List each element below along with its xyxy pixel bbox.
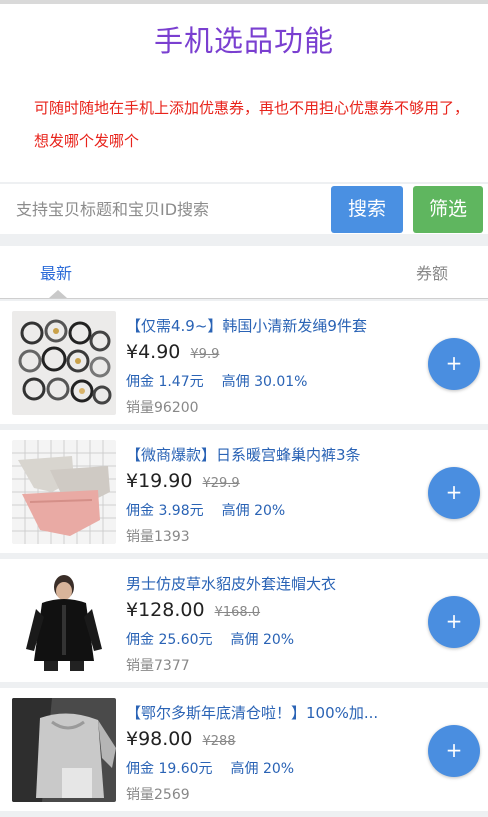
product-card[interactable]: 【微商爆款】日系暖宫蜂巢内裤3条 ¥19.90 ¥29.9 佣金 3.98元 高佣 … <box>0 430 488 553</box>
product-price: ¥4.90 <box>126 341 181 363</box>
product-card[interactable]: 【仅需4.9~】韩国小清新发绳9件套 ¥4.90 ¥9.9 佣金 1.47元 高佣 … <box>0 301 488 424</box>
commission-row: 佣金 25.60元 高佣 20% <box>126 629 294 649</box>
tab-coupon-amount[interactable]: 券额 <box>416 260 448 284</box>
banner-description: 可随时随地在手机上添加优惠券，再也不用担心优惠券不够用了，想发哪个发哪个 <box>34 99 470 150</box>
product-title[interactable]: 男士仿皮草水貂皮外套连帽大衣 <box>126 573 406 594</box>
high-commission: 高佣 20% <box>230 632 295 648</box>
original-price: ¥9.9 <box>190 347 220 362</box>
product-image[interactable] <box>12 698 116 802</box>
active-tab-indicator <box>49 290 67 298</box>
sales-count: 销量7377 <box>126 658 190 674</box>
fur-coat-image <box>12 569 116 673</box>
commission-row: 佣金 3.98元 高佣 20% <box>126 500 285 520</box>
commission-row: 佣金 19.60元 高佣 20% <box>126 758 294 778</box>
original-price: ¥168.0 <box>214 605 261 620</box>
sweater-image <box>12 698 116 802</box>
sales-count: 销量2569 <box>126 787 190 803</box>
commission: 佣金 1.47元 <box>126 374 204 390</box>
search-button[interactable]: 搜索 <box>331 186 403 233</box>
product-title[interactable]: 【鄂尔多斯年底清仓啦！】100%加... <box>126 702 406 723</box>
feature-banner: 手机选品功能 可随时随地在手机上添加优惠券，再也不用担心优惠券不够用了，想发哪个… <box>0 4 488 182</box>
product-image[interactable] <box>12 311 116 415</box>
price-row: ¥4.90 ¥9.9 <box>126 341 219 363</box>
hair-ties-image <box>12 311 116 415</box>
product-title[interactable]: 【微商爆款】日系暖宫蜂巢内裤3条 <box>126 444 406 465</box>
product-list: 【仅需4.9~】韩国小清新发绳9件套 ¥4.90 ¥9.9 佣金 1.47元 高佣 … <box>0 301 488 817</box>
product-price: ¥128.00 <box>126 599 205 621</box>
sales-count: 销量1393 <box>126 529 190 545</box>
add-coupon-button[interactable]: + <box>428 725 480 777</box>
sales-count: 销量96200 <box>126 400 199 416</box>
original-price: ¥29.9 <box>202 476 240 491</box>
add-coupon-button[interactable]: + <box>428 338 480 390</box>
underwear-image <box>12 440 116 544</box>
search-bar: 搜索 筛选 <box>0 184 488 234</box>
banner-title: 手机选品功能 <box>153 24 334 58</box>
high-commission: 高佣 30.01% <box>221 374 308 390</box>
product-image[interactable] <box>12 440 116 544</box>
original-price: ¥288 <box>202 734 236 749</box>
search-input[interactable] <box>6 184 330 234</box>
product-price: ¥19.90 <box>126 470 193 492</box>
product-card[interactable]: 【鄂尔多斯年底清仓啦！】100%加... ¥98.00 ¥288 佣金 19.60… <box>0 688 488 811</box>
add-coupon-button[interactable]: + <box>428 467 480 519</box>
filter-button[interactable]: 筛选 <box>413 186 483 233</box>
commission: 佣金 3.98元 <box>126 503 204 519</box>
high-commission: 高佣 20% <box>230 761 295 777</box>
price-row: ¥128.00 ¥168.0 <box>126 599 260 621</box>
product-title[interactable]: 【仅需4.9~】韩国小清新发绳9件套 <box>126 315 406 336</box>
product-image[interactable] <box>12 569 116 673</box>
commission: 佣金 25.60元 <box>126 632 213 648</box>
price-row: ¥19.90 ¥29.9 <box>126 470 240 492</box>
commission: 佣金 19.60元 <box>126 761 213 777</box>
add-coupon-button[interactable]: + <box>428 596 480 648</box>
price-row: ¥98.00 ¥288 <box>126 728 236 750</box>
product-price: ¥98.00 <box>126 728 193 750</box>
product-card[interactable]: 男士仿皮草水貂皮外套连帽大衣 ¥128.00 ¥168.0 佣金 25.60元 高佣… <box>0 559 488 682</box>
tab-latest[interactable]: 最新 <box>40 260 72 284</box>
sort-tabs: 最新 券额 <box>0 246 488 299</box>
high-commission: 高佣 20% <box>221 503 286 519</box>
commission-row: 佣金 1.47元 高佣 30.01% <box>126 371 307 391</box>
